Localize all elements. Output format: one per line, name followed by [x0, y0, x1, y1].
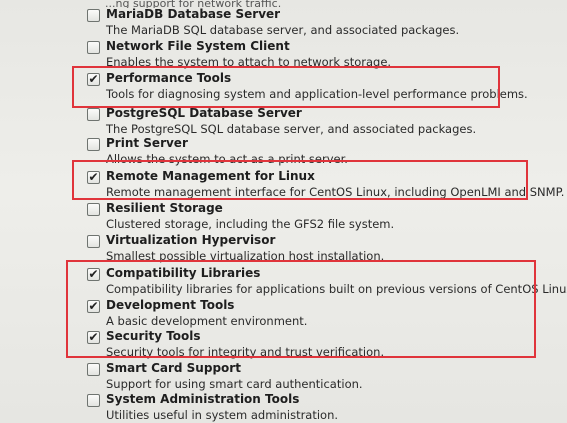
package-checkbox[interactable]: ✔ [87, 300, 100, 313]
package-title: Development Tools [106, 298, 235, 312]
package-checkbox[interactable] [87, 203, 100, 216]
package-title: Security Tools [106, 329, 201, 343]
package-description: Security tools for integrity and trust v… [106, 345, 385, 359]
package-checkbox[interactable] [87, 108, 100, 121]
package-description: Clustered storage, including the GFS2 fi… [106, 217, 395, 231]
package-description: Enables the system to attach to network … [106, 55, 392, 69]
package-title: Resilient Storage [106, 201, 223, 215]
package-description: Support for using smart card authenticat… [106, 377, 363, 391]
package-description: Remote management interface for CentOS L… [106, 185, 565, 199]
package-checkbox[interactable] [87, 363, 100, 376]
package-title: Network File System Client [106, 39, 290, 53]
package-checkbox[interactable]: ✔ [87, 331, 100, 344]
package-selection-panel: ...ng support for network traffic. Maria… [0, 0, 567, 423]
package-title: Smart Card Support [106, 361, 241, 375]
package-title: Virtualization Hypervisor [106, 233, 276, 247]
package-checkbox[interactable] [87, 138, 100, 151]
package-description: Tools for diagnosing system and applicat… [106, 87, 528, 101]
package-checkbox[interactable]: ✔ [87, 171, 100, 184]
package-description: Utilities useful in system administratio… [106, 408, 339, 422]
package-title: Remote Management for Linux [106, 169, 315, 183]
package-description: A basic development environment. [106, 314, 308, 328]
package-title: Compatibility Libraries [106, 266, 261, 280]
package-checkbox[interactable] [87, 394, 100, 407]
package-title: PostgreSQL Database Server [106, 106, 302, 120]
package-checkbox[interactable] [87, 235, 100, 248]
package-title: Performance Tools [106, 71, 232, 85]
package-title: System Administration Tools [106, 392, 300, 406]
package-checkbox[interactable]: ✔ [87, 268, 100, 281]
package-title: MariaDB Database Server [106, 7, 281, 21]
package-description: Smallest possible virtualization host in… [106, 249, 385, 263]
package-title: Print Server [106, 136, 188, 150]
package-description: Compatibility libraries for applications… [106, 282, 567, 296]
package-description: Allows the system to act as a print serv… [106, 152, 348, 166]
package-checkbox[interactable] [87, 41, 100, 54]
package-description: The MariaDB SQL database server, and ass… [106, 23, 460, 37]
package-description: The PostgreSQL SQL database server, and … [106, 122, 477, 136]
package-checkbox[interactable]: ✔ [87, 73, 100, 86]
package-checkbox[interactable] [87, 9, 100, 22]
